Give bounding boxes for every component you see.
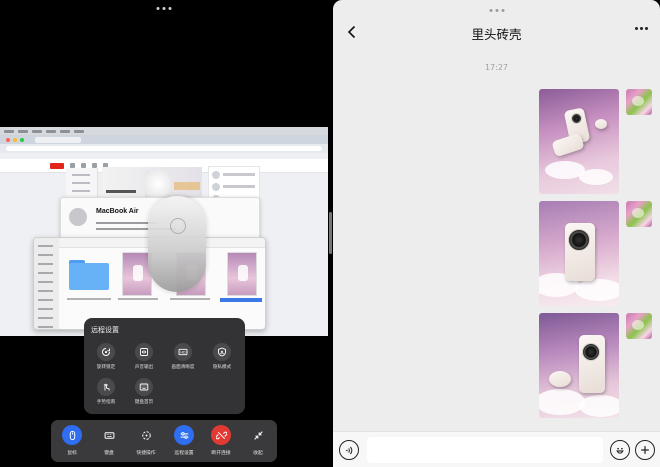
hero-text — [106, 190, 136, 193]
rotation-lock-label: 旋转锁定 — [96, 365, 116, 370]
virtual-mouse-overlay[interactable] — [148, 196, 206, 292]
more-actions-button[interactable] — [635, 440, 655, 460]
mouse-button[interactable]: 鼠标 — [57, 425, 87, 456]
site-logo — [50, 162, 64, 169]
settings-icon — [174, 425, 194, 445]
file-caption — [118, 298, 158, 300]
mouse-icon — [62, 425, 82, 445]
remote-settings-button[interactable]: 远程设置 — [169, 425, 199, 456]
remote-settings-title: 远程设置 — [91, 326, 119, 334]
collapse-label: 收起 — [253, 451, 263, 456]
image-message[interactable] — [539, 201, 619, 306]
resolution-button[interactable]: HD 画面清晰度 — [164, 343, 202, 370]
browser-tabbar — [0, 135, 328, 144]
my-avatar[interactable] — [626, 201, 652, 227]
my-avatar[interactable] — [626, 89, 652, 115]
keyboard-home-button[interactable]: 键盘首页 — [125, 378, 163, 405]
sound-output-icon — [135, 343, 153, 361]
keyboard-icon — [99, 425, 119, 445]
image-file-thumbnail[interactable] — [227, 252, 257, 296]
image-message[interactable] — [539, 313, 619, 418]
browser-address-bar — [0, 144, 328, 153]
rotation-lock-icon — [97, 343, 115, 361]
privacy-mode-button[interactable]: 隐私模式 — [203, 343, 241, 370]
voice-button[interactable] — [339, 440, 359, 460]
plus-icon — [641, 446, 649, 454]
svg-text:HD: HD — [180, 350, 186, 354]
keyboard-label: 键盘 — [104, 451, 114, 456]
multitask-handle[interactable] — [156, 7, 172, 10]
disconnect-label: 断开连接 — [211, 451, 231, 456]
resolution-label: 画面清晰度 — [171, 365, 195, 370]
file-caption — [170, 298, 210, 300]
privacy-mode-label: 隐私模式 — [212, 365, 232, 370]
message-input[interactable] — [367, 437, 603, 463]
gesture-guide-label: 手势指南 — [96, 400, 116, 405]
sound-output-button[interactable]: 声音输出 — [125, 343, 163, 370]
emoji-button[interactable] — [610, 440, 630, 460]
shortcut-button[interactable]: 快捷操作 — [131, 425, 161, 456]
file-caption — [67, 298, 111, 300]
user-avatar — [69, 208, 87, 226]
shortcut-label: 快捷操作 — [136, 451, 156, 456]
rotation-lock-button[interactable]: 旋转锁定 — [87, 343, 125, 370]
chat-pane: 里头砖壳 17:27 — [333, 0, 660, 467]
keyboard-home-label: 键盘首页 — [134, 400, 154, 405]
hd-icon: HD — [174, 343, 192, 361]
remote-control-toolbar: 鼠标 键盘 快捷操作 远程设置 断开连接 收起 — [51, 420, 277, 462]
disconnect-icon — [211, 425, 231, 445]
disconnect-button[interactable]: 断开连接 — [206, 425, 236, 456]
keyboard-home-icon — [135, 378, 153, 396]
hero-text-accent — [174, 182, 200, 190]
emoji-icon — [616, 447, 624, 454]
collapse-button[interactable]: 收起 — [243, 425, 273, 456]
keyboard-button[interactable]: 键盘 — [94, 425, 124, 456]
mac-menubar — [0, 127, 328, 135]
my-avatar[interactable] — [626, 313, 652, 339]
sound-output-label: 声音输出 — [134, 365, 154, 370]
shortcut-icon — [136, 425, 156, 445]
remote-settings-panel: 远程设置 旋转锁定 声音输出 HD 画面清晰度 隐私模式 手势指南 键盘首页 — [84, 318, 245, 414]
more-options-button[interactable] — [635, 27, 648, 30]
gesture-guide-button[interactable]: 手势指南 — [87, 378, 125, 405]
gesture-guide-icon — [97, 378, 115, 396]
privacy-icon — [213, 343, 231, 361]
message-timestamp: 17:27 — [484, 63, 509, 72]
file-caption-selected — [220, 298, 262, 302]
chat-header: 里头砖壳 — [333, 0, 660, 56]
mouse-label: 鼠标 — [67, 451, 77, 456]
finder-sidebar — [34, 238, 59, 329]
collapse-icon — [248, 425, 268, 445]
image-message[interactable] — [539, 89, 619, 194]
divider-handle[interactable] — [329, 212, 332, 254]
chat-input-bar — [333, 431, 660, 467]
folder-icon[interactable] — [69, 260, 109, 290]
voice-icon — [345, 446, 352, 454]
mac-model-name: MacBook Air — [96, 208, 139, 215]
remote-desktop-pane: MacBook Air 远程设置 旋转锁定 声音输出 HD 画面清晰度 隐私模式… — [0, 0, 328, 467]
remote-settings-label: 远程设置 — [174, 451, 194, 456]
chat-title: 里头砖壳 — [471, 27, 522, 42]
